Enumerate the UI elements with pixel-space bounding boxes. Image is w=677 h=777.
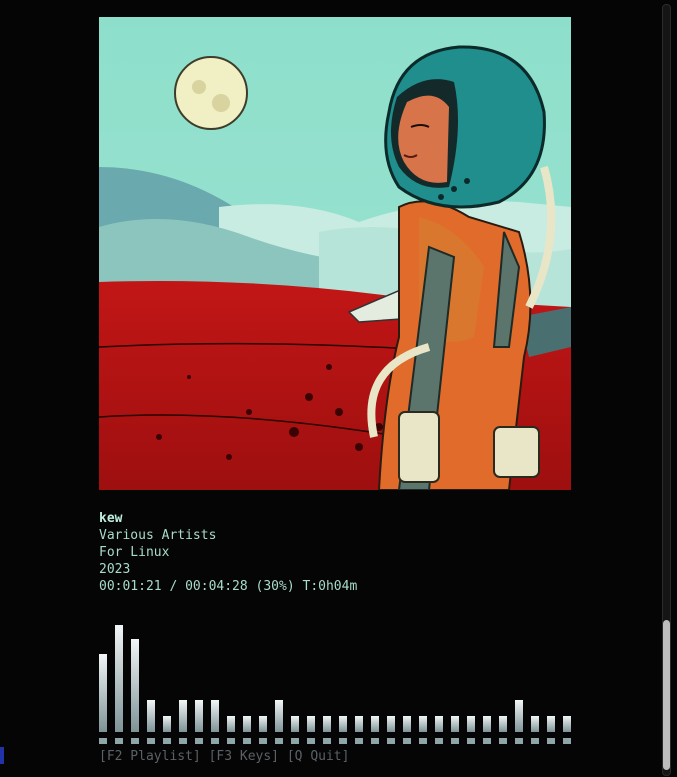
spectrum-baseline-segment <box>99 738 107 744</box>
album-art <box>99 17 571 490</box>
key-hints: [F2 Playlist] [F3 Keys] [Q Quit] <box>99 749 350 764</box>
spectrum-bar <box>419 716 427 732</box>
spectrum-baseline-segment <box>355 738 363 744</box>
spectrum-baseline-segment <box>195 738 203 744</box>
spectrum-bar <box>435 716 443 732</box>
spectrum-baseline-segment <box>435 738 443 744</box>
spectrum-bar <box>371 716 379 732</box>
spectrum-baseline-segment <box>291 738 299 744</box>
spectrum-bar <box>483 716 491 732</box>
track-year: 2023 <box>99 562 131 577</box>
spectrum-bar <box>403 716 411 732</box>
spectrum-bar <box>547 716 555 732</box>
spectrum-bar <box>387 716 395 732</box>
scrollbar[interactable] <box>662 4 671 776</box>
spectrum-baseline-segment <box>531 738 539 744</box>
spectrum-bar <box>259 716 267 732</box>
track-info: kew Various Artists For Linux 2023 00:01… <box>99 510 357 595</box>
spectrum-baseline-segment <box>387 738 395 744</box>
spectrum-bar <box>179 700 187 732</box>
spectrum-baseline-segment <box>131 738 139 744</box>
spectrum-bar <box>115 625 123 732</box>
spectrum-baseline-segment <box>323 738 331 744</box>
spectrum-baseline-segment <box>499 738 507 744</box>
spectrum-baseline-segment <box>403 738 411 744</box>
spectrum-bar <box>243 716 251 732</box>
spectrum-baseline-segment <box>179 738 187 744</box>
spectrum-bar <box>291 716 299 732</box>
spectrum-bar <box>275 700 283 732</box>
spectrum-bar <box>211 700 219 732</box>
track-artist: Various Artists <box>99 528 217 543</box>
terminal-window: kew Various Artists For Linux 2023 00:01… <box>0 0 677 777</box>
spectrum-bar <box>451 716 459 732</box>
spectrum-bar <box>499 716 507 732</box>
spectrum-baseline-segment <box>515 738 523 744</box>
spectrum-baseline-segment <box>163 738 171 744</box>
spectrum-bar <box>355 716 363 732</box>
scrollbar-thumb[interactable] <box>663 620 670 770</box>
spectrum-bar <box>515 700 523 732</box>
album-art-image <box>99 17 571 490</box>
spectrum-baseline-segment <box>483 738 491 744</box>
spectrum-bar <box>147 700 155 732</box>
track-title: kew <box>99 511 123 526</box>
spectrum-baseline-segment <box>147 738 155 744</box>
track-album: For Linux <box>99 545 170 560</box>
spectrum-baseline-segment <box>451 738 459 744</box>
spectrum-bar <box>467 716 475 732</box>
spectrum-baseline-segment <box>563 738 571 744</box>
spectrum-baseline-segment <box>371 738 379 744</box>
spectrum-baseline-segment <box>547 738 555 744</box>
spectrum-bar <box>531 716 539 732</box>
block-cursor <box>0 747 4 764</box>
spectrum-bar <box>163 716 171 732</box>
spectrum-baseline-segment <box>115 738 123 744</box>
spectrum-bar <box>563 716 571 732</box>
spectrum-bar <box>195 700 203 732</box>
spectrum-baseline-segment <box>227 738 235 744</box>
spectrum-baseline-segment <box>419 738 427 744</box>
spectrum-visualizer <box>99 605 579 745</box>
spectrum-baseline-segment <box>275 738 283 744</box>
spectrum-bar <box>99 654 107 732</box>
spectrum-baseline-segment <box>307 738 315 744</box>
spectrum-baseline-segment <box>467 738 475 744</box>
spectrum-bar <box>131 639 139 732</box>
spectrum-bar <box>307 716 315 732</box>
spectrum-baseline-segment <box>211 738 219 744</box>
spectrum-bar <box>323 716 331 732</box>
spectrum-baseline-segment <box>243 738 251 744</box>
spectrum-bar <box>339 716 347 732</box>
spectrum-bar <box>227 716 235 732</box>
progress-readout: 00:01:21 / 00:04:28 (30%) T:0h04m <box>99 579 358 594</box>
spectrum-baseline-segment <box>339 738 347 744</box>
spectrum-baseline-segment <box>259 738 267 744</box>
